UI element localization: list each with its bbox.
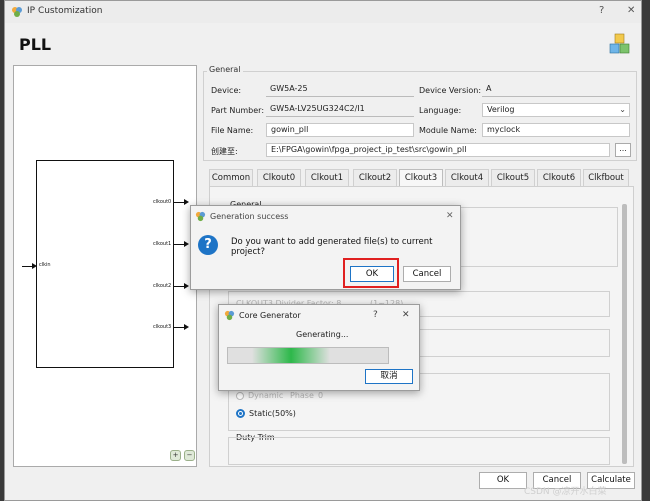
port-clkout2: clkout2 <box>153 283 172 289</box>
static-label: Static(50%) <box>249 409 296 418</box>
tab-panel-scrollbar[interactable] <box>622 204 627 464</box>
dialog-ok-button[interactable]: OK <box>350 266 394 282</box>
core-generator-help-button[interactable]: ? <box>373 310 378 320</box>
dynamic-label: Dynamic <box>248 391 284 400</box>
browse-button[interactable]: ... <box>615 143 631 157</box>
device-version-label: Device Version: <box>419 86 482 95</box>
create-in-label: 创建至: <box>211 147 238 156</box>
tab-clkfbout[interactable]: Clkfbout <box>583 169 629 186</box>
ip-cube-icon <box>609 33 630 54</box>
static-radio[interactable] <box>236 409 245 418</box>
device-field: GW5A-25 <box>266 83 414 97</box>
tab-clkout6[interactable]: Clkout6 <box>537 169 581 186</box>
progress-indicator <box>252 348 330 363</box>
gowin-app-icon <box>195 211 206 222</box>
language-value: Verilog <box>487 105 515 114</box>
language-label: Language: <box>419 106 462 115</box>
file-name-label: File Name: <box>211 126 254 135</box>
dynamic-radio[interactable] <box>236 392 244 400</box>
generating-status: Generating... <box>296 330 349 339</box>
core-generator-cancel-button[interactable]: 取消 <box>365 369 413 384</box>
pll-block <box>36 160 174 368</box>
gowin-app-icon <box>12 7 22 17</box>
title-bar: IP Customization ? ✕ <box>5 1 641 23</box>
file-name-input[interactable]: gowin_pll <box>266 123 414 137</box>
generation-success-dialog: Generation success ✕ ? Do you want to ad… <box>190 205 461 290</box>
dialog-title: Generation success <box>210 212 289 221</box>
phase-label: Phase <box>290 391 314 400</box>
device-label: Device: <box>211 86 242 95</box>
general-group-label: General <box>207 65 243 74</box>
zoom-out-icon[interactable]: − <box>184 450 195 461</box>
duty-trim-group <box>228 437 610 465</box>
tab-clkout1[interactable]: Clkout1 <box>305 169 349 186</box>
help-button[interactable]: ? <box>599 5 604 16</box>
phase-value[interactable]: 0 <box>318 391 323 400</box>
ok-button[interactable]: OK <box>479 472 527 489</box>
part-number-field: GW5A-LV25UG324C2/I1 <box>266 103 414 117</box>
module-name-label: Module Name: <box>419 126 477 135</box>
close-icon[interactable]: ✕ <box>446 211 454 221</box>
zoom-in-icon[interactable]: + <box>170 450 181 461</box>
clkout2-arrow-icon <box>184 283 189 289</box>
language-select[interactable]: Verilog ⌄ <box>482 103 630 117</box>
window-title: IP Customization <box>27 6 103 16</box>
csdn-watermark: CSDN @凉开水白菜 <box>524 487 607 497</box>
clkin-arrow-icon <box>32 263 37 269</box>
tab-clkout5[interactable]: Clkout5 <box>491 169 535 186</box>
tab-clkout2[interactable]: Clkout2 <box>353 169 397 186</box>
clkout0-arrow-icon <box>184 199 189 205</box>
port-clkout0: clkout0 <box>153 199 172 205</box>
close-window-button[interactable]: ✕ <box>627 5 635 16</box>
part-number-label: Part Number: <box>211 106 265 115</box>
pll-block-diagram: clkin clkout0 clkout1 clkout2 clkout3 + … <box>13 65 197 467</box>
core-generator-close-icon[interactable]: ✕ <box>402 310 410 320</box>
dialog-question: Do you want to add generated file(s) to … <box>231 237 433 257</box>
port-clkout3: clkout3 <box>153 324 172 330</box>
core-generator-title: Core Generator <box>239 311 301 320</box>
device-version-field: A <box>482 83 630 97</box>
progress-bar <box>227 347 389 364</box>
create-in-input[interactable]: E:\FPGA\gowin\fpga_project_ip_test\src\g… <box>266 143 610 157</box>
port-clkout1: clkout1 <box>153 241 172 247</box>
dialog-cancel-button[interactable]: Cancel <box>403 266 451 282</box>
clock-tabs: Common Clkout0 Clkout1 Clkout2 Clkout3 C… <box>209 169 634 186</box>
page-title: PLL <box>19 35 52 54</box>
module-name-input[interactable]: myclock <box>482 123 630 137</box>
port-clkin: clkin <box>39 262 51 268</box>
clkout3-arrow-icon <box>184 324 189 330</box>
chevron-down-icon: ⌄ <box>619 105 626 114</box>
tab-clkout0[interactable]: Clkout0 <box>257 169 301 186</box>
gowin-app-icon <box>224 310 235 321</box>
tab-clkout4[interactable]: Clkout4 <box>445 169 489 186</box>
tab-clkout3[interactable]: Clkout3 <box>399 169 443 186</box>
tab-common[interactable]: Common <box>209 169 253 186</box>
clkout1-arrow-icon <box>184 241 189 247</box>
core-generator-dialog: Core Generator ? ✕ Generating... 取消 <box>218 304 420 391</box>
question-icon: ? <box>198 235 218 255</box>
